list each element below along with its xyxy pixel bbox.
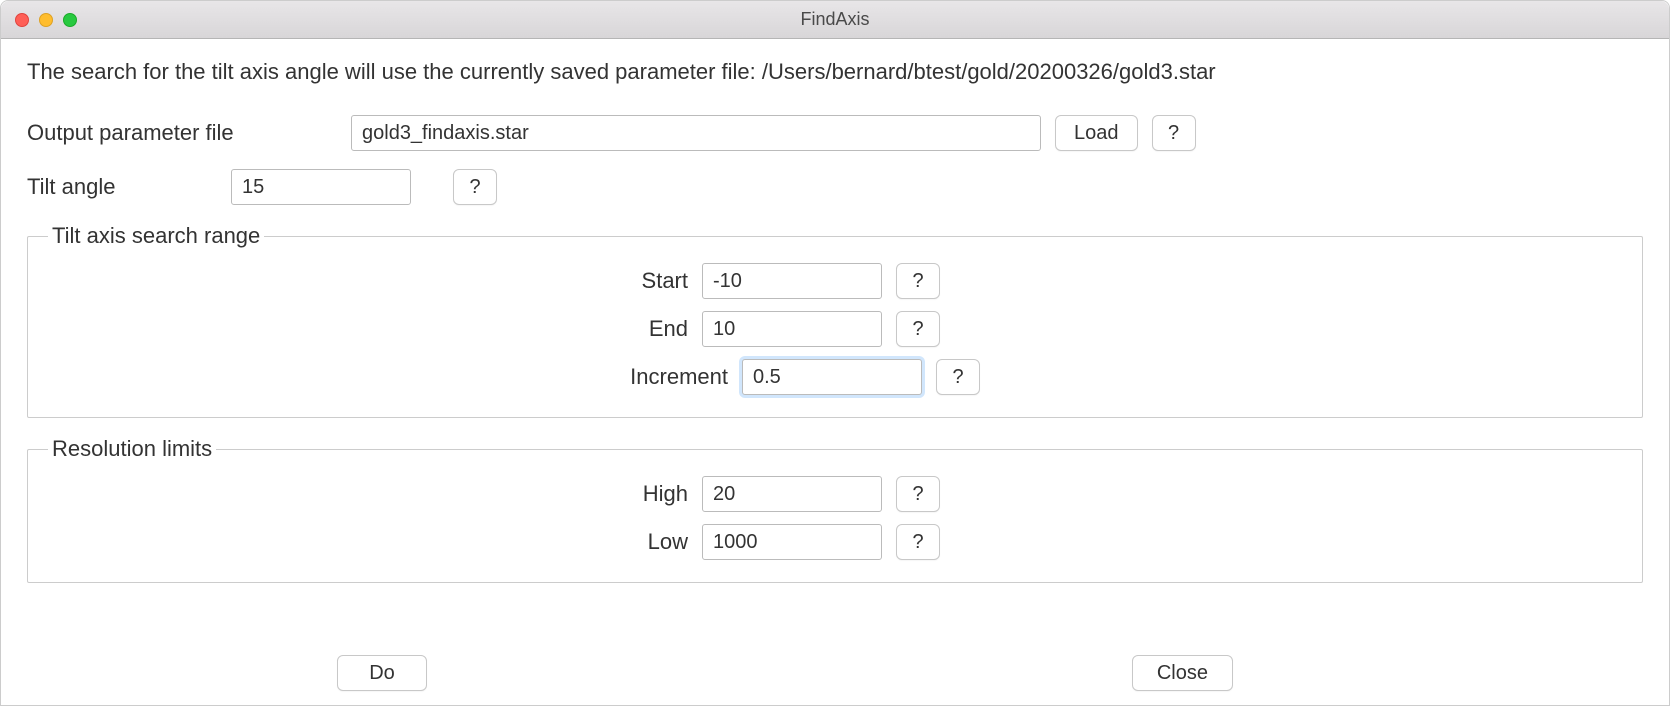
help-tilt-angle-button[interactable]: ? <box>453 169 497 205</box>
intro-text: The search for the tilt axis angle will … <box>27 59 1643 85</box>
high-input[interactable] <box>702 476 882 512</box>
window: FindAxis The search for the tilt axis an… <box>0 0 1670 706</box>
help-end-button[interactable]: ? <box>896 311 940 347</box>
high-label: High <box>48 481 688 507</box>
end-row: End ? <box>48 311 1622 347</box>
help-low-button[interactable]: ? <box>896 524 940 560</box>
output-file-input[interactable] <box>351 115 1041 151</box>
tilt-angle-label: Tilt angle <box>27 174 217 200</box>
help-start-button[interactable]: ? <box>896 263 940 299</box>
close-window-icon[interactable] <box>15 13 29 27</box>
output-file-label: Output parameter file <box>27 120 337 146</box>
end-label: End <box>48 316 688 342</box>
do-button[interactable]: Do <box>337 655 427 691</box>
low-input[interactable] <box>702 524 882 560</box>
maximize-window-icon[interactable] <box>63 13 77 27</box>
close-button[interactable]: Close <box>1132 655 1233 691</box>
tilt-axis-range-fieldset: Tilt axis search range Start ? End ? Inc… <box>27 223 1643 418</box>
traffic-lights <box>15 13 77 27</box>
start-input[interactable] <box>702 263 882 299</box>
help-increment-button[interactable]: ? <box>936 359 980 395</box>
increment-label: Increment <box>48 364 728 390</box>
tilt-angle-input[interactable] <box>231 169 411 205</box>
minimize-window-icon[interactable] <box>39 13 53 27</box>
increment-row: Increment ? <box>48 359 1622 395</box>
low-label: Low <box>48 529 688 555</box>
tilt-angle-row: Tilt angle ? <box>27 169 1643 205</box>
content: The search for the tilt axis angle will … <box>1 39 1669 645</box>
start-row: Start ? <box>48 263 1622 299</box>
resolution-limits-fieldset: Resolution limits High ? Low ? <box>27 436 1643 583</box>
window-title: FindAxis <box>1 9 1669 30</box>
resolution-limits-legend: Resolution limits <box>48 436 216 462</box>
help-output-file-button[interactable]: ? <box>1152 115 1196 151</box>
titlebar: FindAxis <box>1 1 1669 39</box>
high-row: High ? <box>48 476 1622 512</box>
start-label: Start <box>48 268 688 294</box>
footer: Do Close <box>1 645 1669 705</box>
output-file-row: Output parameter file Load ? <box>27 115 1643 151</box>
tilt-axis-range-legend: Tilt axis search range <box>48 223 264 249</box>
low-row: Low ? <box>48 524 1622 560</box>
increment-input[interactable] <box>742 359 922 395</box>
load-button[interactable]: Load <box>1055 115 1138 151</box>
help-high-button[interactable]: ? <box>896 476 940 512</box>
end-input[interactable] <box>702 311 882 347</box>
